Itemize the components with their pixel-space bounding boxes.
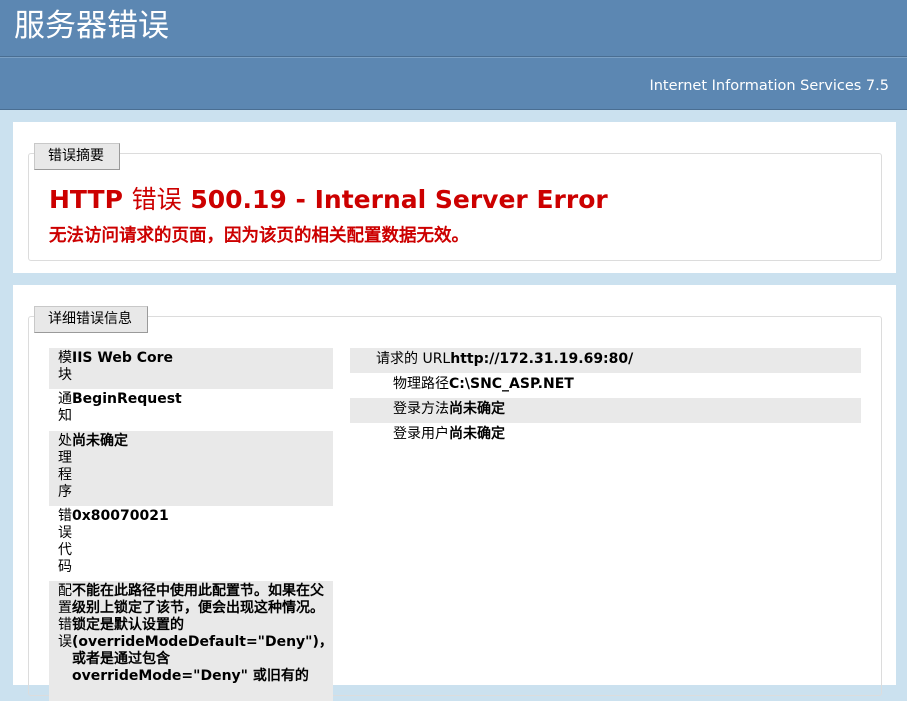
detail-value: 不能在此路径中使用此配置节。如果在父级别上锁定了该节，便会出现这种情况。锁定是默…	[72, 583, 333, 684]
detail-row-config-error: 配置错误 不能在此路径中使用此配置节。如果在父级别上锁定了该节，便会出现这种情况…	[49, 581, 333, 701]
detail-row-handler: 处理程序 尚未确定	[49, 431, 333, 506]
error-details-right: 请求的 URLhttp://172.31.19.69:80/ 物理路径C:\SN…	[350, 348, 861, 448]
detail-value: http://172.31.19.69:80/	[450, 351, 634, 367]
error-title-code: 500.19 - Internal Server Error	[181, 185, 608, 214]
error-title-prefix: HTTP	[49, 185, 132, 214]
detail-label: 请求的 URL	[376, 351, 451, 367]
detail-label: 配置错误	[58, 583, 72, 650]
detail-row-module: 模块 IIS Web Core	[49, 348, 333, 389]
page-title: 服务器错误	[14, 8, 169, 44]
detail-value: IIS Web Core	[72, 350, 174, 366]
detail-label: 处理程序	[58, 433, 72, 500]
detail-value: C:\SNC_ASP.NET	[449, 376, 574, 392]
error-title-cjk: 错误	[131, 185, 182, 214]
error-details-left: 模块 IIS Web Core 通知 BeginRequest 处理程序 尚未确…	[49, 348, 333, 701]
detail-value: 尚未确定	[449, 426, 505, 442]
detail-value: 尚未确定	[72, 433, 128, 449]
detail-label: 模块	[58, 350, 72, 383]
detail-row-error-code: 错误代码 0x80070021	[49, 506, 333, 581]
detail-row-request-url: 请求的 URLhttp://172.31.19.69:80/	[350, 348, 861, 373]
detail-label: 通知	[58, 391, 72, 424]
detail-row-notification: 通知 BeginRequest	[49, 389, 333, 431]
detail-value: 0x80070021	[72, 508, 169, 524]
server-banner: Internet Information Services 7.5	[0, 57, 907, 110]
error-title: HTTP 错误 500.19 - Internal Server Error	[49, 180, 608, 216]
detail-row-logon-method: 登录方法尚未确定	[350, 398, 861, 423]
detail-value: BeginRequest	[72, 391, 182, 407]
detail-row-physical-path: 物理路径C:\SNC_ASP.NET	[350, 373, 861, 398]
detail-label: 物理路径	[393, 376, 449, 392]
error-summary-panel: 错误摘要 HTTP 错误 500.19 - Internal Server Er…	[13, 122, 896, 273]
detailed-error-legend: 详细错误信息	[34, 306, 148, 333]
detail-value: 尚未确定	[449, 401, 505, 417]
error-description: 无法访问请求的页面，因为该页的相关配置数据无效。	[49, 226, 469, 246]
server-name: Internet Information Services 7.5	[649, 78, 889, 94]
detailed-error-fieldset: 详细错误信息 模块 IIS Web Core 通知 BeginRequest 处…	[28, 306, 882, 701]
detailed-error-panel: 详细错误信息 模块 IIS Web Core 通知 BeginRequest 处…	[13, 285, 896, 701]
detail-label: 登录用户	[393, 426, 449, 442]
page-header: 服务器错误	[0, 0, 907, 57]
detail-row-logon-user: 登录用户尚未确定	[350, 423, 861, 448]
error-summary-legend: 错误摘要	[34, 143, 120, 170]
error-summary-fieldset: 错误摘要 HTTP 错误 500.19 - Internal Server Er…	[28, 143, 882, 261]
detail-label: 错误代码	[58, 508, 72, 575]
detail-label: 登录方法	[393, 401, 449, 417]
